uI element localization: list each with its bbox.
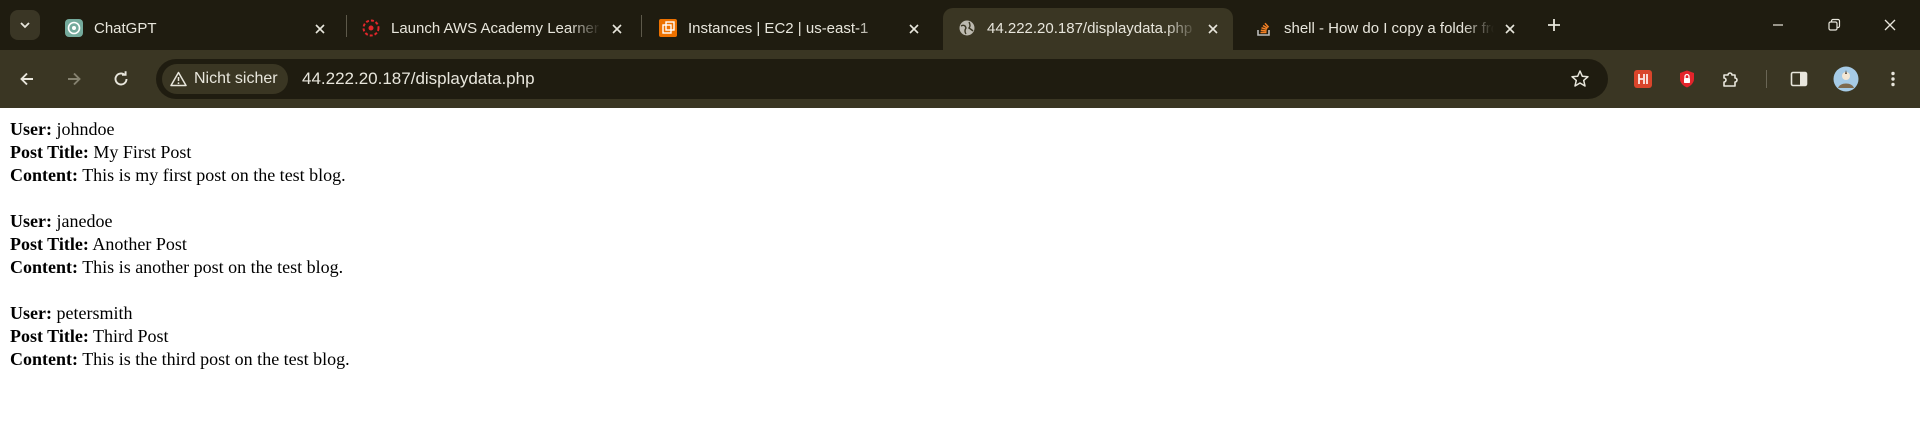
post-content-line: Content: This is the third post on the t… [10, 348, 1910, 371]
content-label: Content: [10, 257, 78, 277]
browser-toolbar: Nicht sicher 44.222.20.187/displaydata.p… [0, 50, 1920, 108]
tab-close-button[interactable] [310, 19, 330, 39]
tab-title: Instances | EC2 | us-east-1 [688, 20, 869, 37]
toolbar-separator [1766, 70, 1767, 88]
tab-title: Launch AWS Academy Learner Lab [391, 20, 601, 37]
post-entry: User: petersmith Post Title: Third Post … [10, 302, 1910, 371]
tab-strip: ChatGPT Launch AWS Academy Learner Lab I… [0, 0, 1920, 50]
user-label: User: [10, 303, 52, 323]
user-label: User: [10, 211, 52, 231]
post-content-line: Content: This is my first post on the te… [10, 164, 1910, 187]
restore-button[interactable] [1806, 0, 1862, 50]
page-content: User: johndoe Post Title: My First Post … [10, 118, 1910, 394]
extension-button[interactable] [1630, 66, 1656, 92]
tab-ec2[interactable]: Instances | EC2 | us-east-1 [644, 8, 934, 50]
extension-button[interactable] [1674, 66, 1700, 92]
post-content: This is another post on the test blog. [82, 257, 344, 277]
close-window-button[interactable] [1862, 0, 1918, 50]
reload-button[interactable] [106, 64, 136, 94]
arrow-left-icon [20, 72, 33, 86]
tab-displaydata[interactable]: 44.222.20.187/displaydata.php [943, 8, 1233, 50]
post-user-line: User: johndoe [10, 118, 1910, 141]
chevron-down-icon [20, 22, 30, 29]
back-button[interactable] [12, 64, 42, 94]
tab-title: ChatGPT [94, 20, 157, 37]
tab-separator [641, 15, 642, 37]
post-title-line: Post Title: Third Post [10, 325, 1910, 348]
globe-icon [959, 20, 975, 36]
content-label: Content: [10, 349, 78, 369]
stackoverflow-icon [1257, 22, 1270, 36]
plus-icon [1548, 19, 1560, 31]
extension-app-icon [1634, 70, 1652, 88]
user-label: User: [10, 119, 52, 139]
security-label: Nicht sicher [194, 70, 278, 87]
address-bar[interactable]: Nicht sicher 44.222.20.187/displaydata.p… [156, 59, 1608, 99]
post-title-line: Post Title: My First Post [10, 141, 1910, 164]
side-panel-icon [1790, 71, 1808, 87]
minimize-icon [1773, 24, 1783, 26]
post-entry: User: johndoe Post Title: My First Post … [10, 118, 1910, 187]
content-label: Content: [10, 165, 78, 185]
post-content-line: Content: This is another post on the tes… [10, 256, 1910, 279]
tab-close-button[interactable] [904, 19, 924, 39]
new-tab-button[interactable] [1540, 11, 1568, 39]
post-content: This is the third post on the test blog. [82, 349, 350, 369]
post-user-line: User: petersmith [10, 302, 1910, 325]
title-label: Post Title: [10, 326, 89, 346]
title-label: Post Title: [10, 234, 89, 254]
ec2-icon [659, 19, 677, 37]
close-icon [909, 24, 919, 34]
shield-lock-icon [1680, 70, 1694, 88]
close-icon [1505, 24, 1515, 34]
tab-stackoverflow[interactable]: shell - How do I copy a folder from [1240, 8, 1530, 50]
reload-icon [114, 71, 128, 86]
minimize-button[interactable] [1750, 0, 1806, 50]
tab-chatgpt[interactable]: ChatGPT [50, 8, 340, 50]
warning-icon [170, 71, 187, 87]
close-icon [612, 24, 622, 34]
chatgpt-icon [65, 19, 83, 37]
post-title: My First Post [93, 142, 192, 162]
avatar-icon [1833, 66, 1859, 92]
bookmark-button[interactable] [1568, 67, 1592, 91]
post-user: petersmith [56, 303, 133, 323]
close-icon [1884, 19, 1896, 31]
post-content: This is my first post on the test blog. [82, 165, 346, 185]
post-user-line: User: janedoe [10, 210, 1910, 233]
tab-close-button[interactable] [1500, 19, 1520, 39]
star-icon [1571, 70, 1589, 87]
tab-aws-academy[interactable]: Launch AWS Academy Learner Lab [347, 8, 637, 50]
restore-icon [1828, 18, 1841, 31]
title-label: Post Title: [10, 142, 89, 162]
tab-search-button[interactable] [10, 10, 40, 40]
arrow-right-icon [68, 72, 81, 86]
side-panel-button[interactable] [1786, 66, 1812, 92]
post-title-line: Post Title: Another Post [10, 233, 1910, 256]
security-indicator[interactable]: Nicht sicher [162, 64, 288, 94]
aws-academy-icon [362, 19, 380, 37]
close-icon [315, 24, 325, 34]
tab-close-button[interactable] [1203, 19, 1223, 39]
tab-close-button[interactable] [607, 19, 627, 39]
post-user: janedoe [56, 211, 113, 231]
tab-title: 44.222.20.187/displaydata.php [987, 20, 1193, 37]
post-entry: User: janedoe Post Title: Another Post C… [10, 210, 1910, 279]
post-title: Third Post [93, 326, 169, 346]
extensions-menu-button[interactable] [1718, 66, 1744, 92]
more-vertical-icon [1891, 71, 1895, 87]
url-text[interactable]: 44.222.20.187/displaydata.php [302, 69, 535, 89]
profile-avatar[interactable] [1832, 65, 1860, 93]
puzzle-icon [1723, 72, 1738, 87]
close-icon [1208, 24, 1218, 34]
post-user: johndoe [56, 119, 115, 139]
browser-menu-button[interactable] [1880, 66, 1906, 92]
forward-button[interactable] [59, 64, 89, 94]
post-title: Another Post [92, 234, 187, 254]
tab-title: shell - How do I copy a folder from [1284, 20, 1494, 37]
